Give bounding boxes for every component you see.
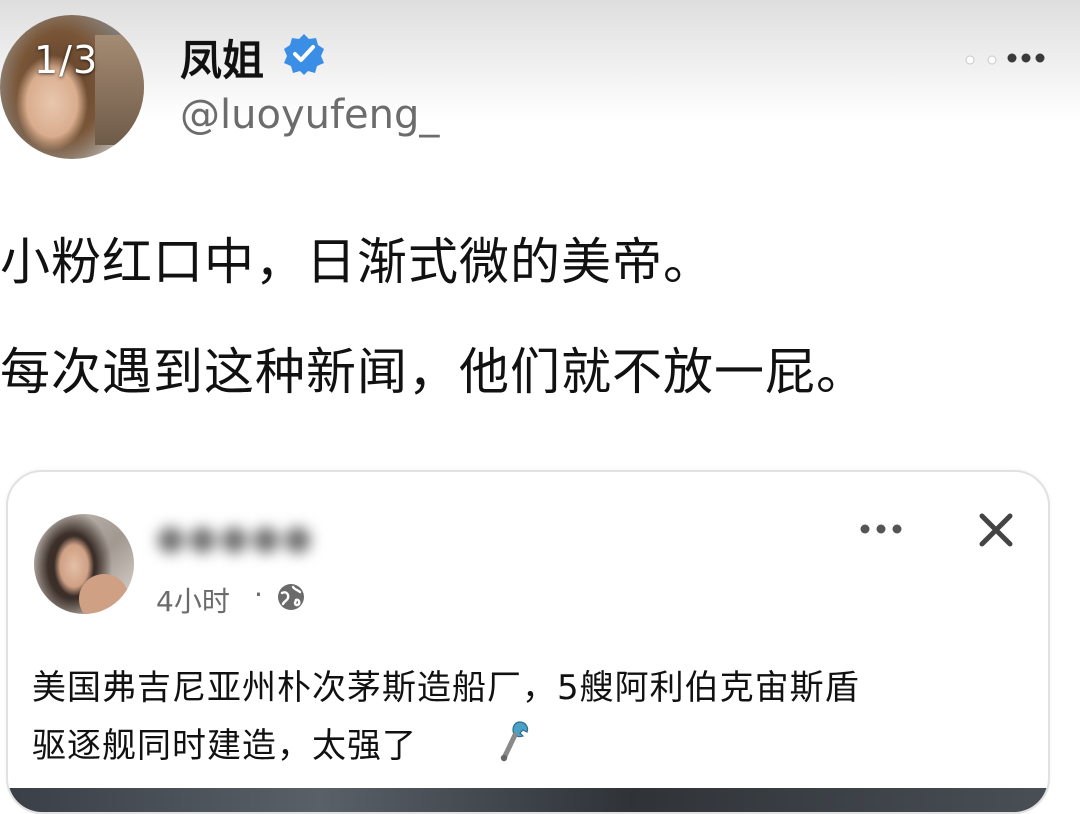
embedded-author-avatar[interactable]	[34, 514, 134, 614]
tweet-text-line: 小粉红口中，日渐式微的美帝。	[0, 233, 714, 291]
post-text-line: 美国弗吉尼亚州朴次茅斯造船厂，5艘阿利伯克宙斯盾	[32, 668, 860, 708]
embedded-media-preview[interactable]	[8, 788, 1048, 812]
post-timestamp: 4小时	[156, 585, 230, 618]
avatar-background-door	[95, 35, 144, 145]
verified-badge-icon	[284, 34, 324, 75]
tweet-text-line: 每次遇到这种新闻，他们就不放一屁。	[0, 343, 867, 401]
author-avatar[interactable]	[0, 15, 144, 159]
embedded-author-name-blurred: ●●●●●	[156, 518, 315, 558]
embedded-post-card[interactable]: ●●●●● 4小时 · 美国弗吉尼亚州朴次茅斯造船厂，5艘阿利伯克宙斯盾 驱逐舰…	[6, 470, 1050, 814]
more-horizontal-icon[interactable]	[858, 522, 904, 536]
close-icon[interactable]	[974, 508, 1018, 552]
post-text-line: 驱逐舰同时建造，太强了	[32, 726, 417, 766]
author-display-name[interactable]: 凤姐	[180, 27, 264, 88]
timestamp-separator: ·	[254, 578, 263, 611]
wrench-icon	[500, 721, 529, 762]
image-counter: 1/3	[34, 38, 99, 82]
globe-icon	[278, 584, 304, 610]
author-handle[interactable]: @luoyufeng_	[180, 92, 439, 138]
top-shade	[0, 0, 1080, 120]
avatar-shoulder	[79, 574, 129, 614]
more-options-icon[interactable]	[962, 50, 1046, 70]
